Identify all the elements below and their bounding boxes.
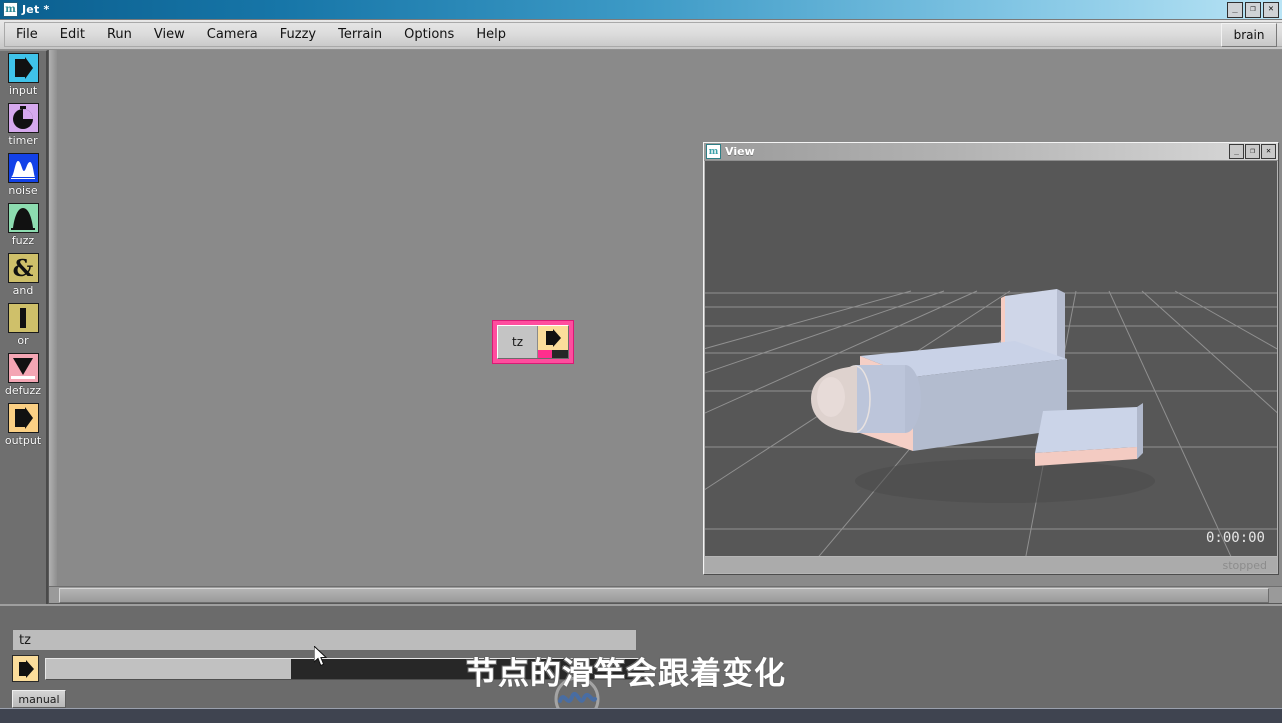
node-output-port[interactable] — [537, 326, 568, 358]
tool-and[interactable]: & and — [0, 251, 46, 301]
vertical-bar-icon — [7, 303, 39, 333]
view-window-controls: _ ❐ ✕ — [1229, 144, 1276, 159]
minimize-button[interactable]: _ — [1227, 2, 1243, 18]
view-window-title: View — [725, 145, 755, 158]
m-logo-icon: m — [706, 144, 721, 159]
menu-fuzzy[interactable]: Fuzzy — [269, 25, 327, 44]
node-tz[interactable]: tz — [492, 320, 574, 364]
tool-label: fuzz — [11, 234, 35, 247]
node-value-slider-fill — [46, 659, 292, 679]
menu-run[interactable]: Run — [96, 25, 143, 44]
play-arrow-icon — [7, 53, 39, 83]
node-label: tz — [511, 335, 523, 349]
tool-output[interactable]: output — [0, 401, 46, 451]
menu-camera[interactable]: Camera — [196, 25, 269, 44]
bottom-control-panel: tz manual defuzz average max blend range… — [0, 604, 1282, 709]
manual-button[interactable]: manual — [12, 690, 66, 708]
view-status-bar: stopped — [705, 557, 1277, 573]
tool-label: defuzz — [4, 384, 42, 397]
menu-view[interactable]: View — [143, 25, 196, 44]
menu-options[interactable]: Options — [393, 25, 465, 44]
viewport-scene — [705, 161, 1277, 556]
tool-label: timer — [8, 134, 38, 147]
node-value-bar — [538, 350, 568, 358]
tool-label: or — [17, 334, 29, 347]
tool-label: input — [8, 84, 38, 97]
menu-file[interactable]: File — [5, 25, 49, 44]
m-logo-icon: m — [3, 2, 18, 17]
taskbar[interactable] — [0, 708, 1282, 723]
menu-edit[interactable]: Edit — [49, 25, 96, 44]
view-status-text: stopped — [1222, 558, 1268, 572]
view-window[interactable]: m View _ ❐ ✕ 0:00:00 stopped — [703, 142, 1279, 575]
mountain-wave-icon — [7, 153, 39, 183]
node-value-bar-rest — [551, 350, 568, 358]
tool-timer[interactable]: timer — [0, 101, 46, 151]
application-window: m Jet * _ ❐ ✕ File Edit Run View Camera … — [0, 0, 1282, 723]
view-window-title-bar: m View _ ❐ ✕ — [704, 143, 1278, 161]
node-body: tz — [497, 325, 569, 359]
down-triangle-icon — [7, 353, 39, 383]
window-title-bar: m Jet * _ ❐ ✕ — [0, 0, 1282, 20]
close-button[interactable]: ✕ — [1263, 2, 1279, 18]
tool-input[interactable]: input — [0, 51, 46, 101]
output-arrow-icon[interactable] — [12, 655, 39, 682]
tool-label: noise — [8, 184, 38, 197]
brain-button[interactable]: brain — [1221, 23, 1277, 47]
tool-label: and — [12, 284, 34, 297]
viewport-3d[interactable]: 0:00:00 — [705, 161, 1277, 556]
scrollbar-thumb[interactable] — [59, 588, 1269, 603]
menu-terrain[interactable]: Terrain — [327, 25, 393, 44]
tool-defuzz[interactable]: defuzz — [0, 351, 46, 401]
viewport-clock: 0:00:00 — [1205, 530, 1265, 546]
ampersand-icon: & — [7, 253, 39, 283]
tool-noise[interactable]: noise — [0, 151, 46, 201]
clock-pie-icon — [7, 103, 39, 133]
tool-fuzz[interactable]: fuzz — [0, 201, 46, 251]
menu-help[interactable]: Help — [465, 25, 517, 44]
output-arrow-icon — [538, 326, 568, 350]
play-arrow-icon — [7, 403, 39, 433]
node-name-field[interactable]: tz — [12, 629, 637, 651]
tool-palette: input timer noise fuzz & and or defuzz o… — [0, 50, 48, 604]
menu-bar: File Edit Run View Camera Fuzzy Terrain … — [0, 20, 1282, 50]
canvas-horizontal-scrollbar[interactable] — [49, 586, 1282, 603]
maximize-button[interactable]: ❐ — [1245, 2, 1261, 18]
tool-or[interactable]: or — [0, 301, 46, 351]
bell-curve-icon — [7, 203, 39, 233]
window-title: Jet * — [22, 3, 50, 16]
tool-label: output — [4, 434, 42, 447]
minimize-button[interactable]: _ — [1229, 144, 1244, 159]
close-button[interactable]: ✕ — [1261, 144, 1276, 159]
maximize-button[interactable]: ❐ — [1245, 144, 1260, 159]
menu-items-group: File Edit Run View Camera Fuzzy Terrain … — [4, 22, 1282, 47]
node-value-slider[interactable] — [45, 658, 645, 680]
node-value-bar-fill — [538, 350, 552, 358]
window-controls: _ ❐ ✕ — [1227, 2, 1279, 18]
